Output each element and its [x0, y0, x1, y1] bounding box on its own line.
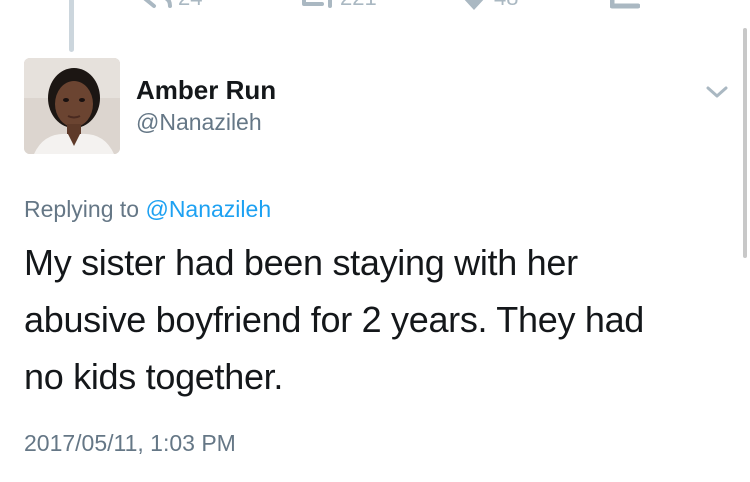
reply-mention-link[interactable]: @Nanazileh [145, 196, 271, 222]
tweet-menu-button[interactable] [705, 84, 729, 100]
tweet-text-line: abusive boyfriend for 2 years. They had [24, 299, 645, 340]
author-display-name[interactable]: Amber Run [136, 75, 276, 106]
tweet-timestamp[interactable]: 2017/05/11, 1:03 PM [24, 430, 236, 457]
replying-to-label: Replying to [24, 196, 146, 222]
tweet-text-line: My sister had been staying with her [24, 242, 578, 283]
retweet-action[interactable]: 221 [300, 0, 377, 10]
replying-to-line: Replying to @Nanazileh [24, 196, 271, 223]
author-handle[interactable]: @Nanazileh [136, 109, 262, 136]
like-action[interactable]: 48 [460, 0, 518, 10]
retweet-icon [300, 0, 334, 10]
retweet-count: 221 [340, 0, 377, 10]
avatar[interactable] [24, 58, 120, 154]
reply-icon [140, 0, 172, 10]
like-count: 48 [494, 0, 518, 10]
tweet-text-line: no kids together. [24, 356, 284, 397]
reply-count: 24 [178, 0, 202, 10]
tweet-text: My sister had been staying with her abus… [24, 234, 724, 405]
share-action[interactable] [610, 0, 640, 10]
reply-action[interactable]: 24 [140, 0, 202, 10]
previous-tweet-action-bar: 24 221 48 [0, 0, 750, 10]
like-icon [460, 0, 488, 10]
chevron-down-icon [705, 86, 729, 104]
scrollbar[interactable] [743, 28, 747, 258]
share-icon [610, 0, 640, 10]
